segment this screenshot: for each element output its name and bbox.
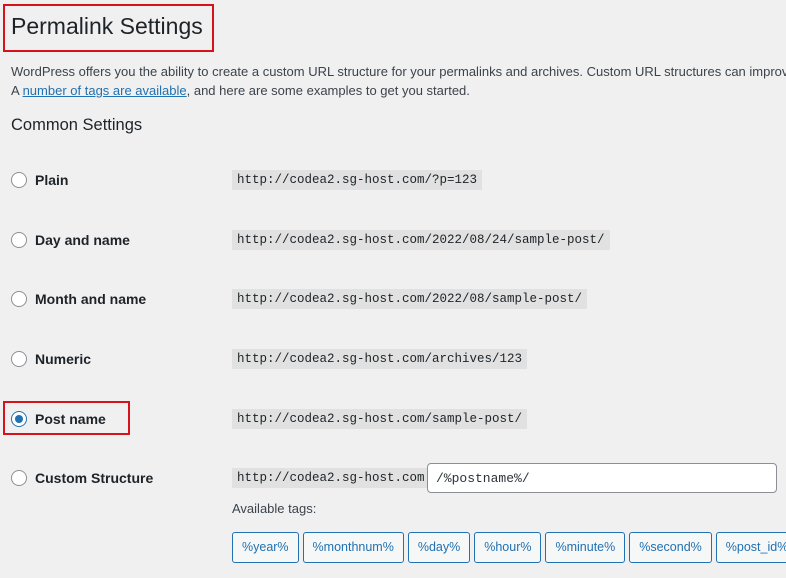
radio-custom-structure[interactable]	[11, 470, 27, 486]
option-row-month-and-name[interactable]: Month and name http://codea2.sg-host.com…	[11, 285, 771, 315]
example-url-plain: http://codea2.sg-host.com/?p=123	[232, 170, 483, 190]
radio-month-and-name[interactable]	[11, 291, 27, 307]
radio-post-name[interactable]	[11, 411, 27, 427]
option-label-post-name[interactable]: Post name	[35, 411, 106, 427]
example-url-month-and-name: http://codea2.sg-host.com/2022/08/sample…	[232, 289, 588, 309]
option-row-post-name[interactable]: Post name http://codea2.sg-host.com/samp…	[11, 405, 771, 435]
tag-button-post-id[interactable]: %post_id%	[715, 532, 786, 563]
custom-structure-input[interactable]	[427, 463, 777, 493]
option-label-plain[interactable]: Plain	[35, 172, 68, 188]
tag-button-minute[interactable]: %minute%	[545, 532, 626, 563]
radio-numeric[interactable]	[11, 351, 27, 367]
option-row-day-and-name[interactable]: Day and name http://codea2.sg-host.com/2…	[11, 226, 771, 256]
custom-structure-base-url: http://codea2.sg-host.com	[232, 468, 430, 488]
permalink-settings-page: Permalink Settings WordPress offers you …	[0, 0, 786, 578]
intro-line-2-prefix: A	[11, 83, 23, 98]
option-label-numeric[interactable]: Numeric	[35, 351, 91, 367]
option-row-plain[interactable]: Plain http://codea2.sg-host.com/?p=123	[11, 166, 771, 196]
example-url-day-and-name: http://codea2.sg-host.com/2022/08/24/sam…	[232, 230, 610, 250]
example-url-numeric: http://codea2.sg-host.com/archives/123	[232, 349, 528, 369]
radio-plain[interactable]	[11, 172, 27, 188]
intro-text: WordPress offers you the ability to crea…	[11, 62, 786, 100]
tag-button-hour[interactable]: %hour%	[474, 532, 542, 563]
example-url-post-name: http://codea2.sg-host.com/sample-post/	[232, 409, 528, 429]
tag-button-monthnum[interactable]: %monthnum%	[302, 532, 404, 563]
available-tags-list: %year% %monthnum% %day% %hour% %minute% %seco…	[232, 532, 786, 563]
option-label-day-and-name[interactable]: Day and name	[35, 232, 130, 248]
tag-button-day[interactable]: %day%	[407, 532, 471, 563]
option-label-custom-structure[interactable]: Custom Structure	[35, 470, 153, 486]
intro-line-1: WordPress offers you the ability to crea…	[11, 64, 786, 79]
available-tags-label: Available tags:	[232, 501, 317, 516]
available-tags-link[interactable]: number of tags are available	[23, 83, 187, 98]
page-title: Permalink Settings	[11, 13, 203, 39]
option-row-numeric[interactable]: Numeric http://codea2.sg-host.com/archiv…	[11, 345, 771, 375]
intro-line-2-suffix: , and here are some examples to get you …	[186, 83, 470, 98]
intro-line-2: A number of tags are available, and here…	[11, 81, 786, 100]
tag-button-second[interactable]: %second%	[629, 532, 712, 563]
radio-day-and-name[interactable]	[11, 232, 27, 248]
option-label-month-and-name[interactable]: Month and name	[35, 291, 146, 307]
section-title-common-settings: Common Settings	[11, 116, 143, 134]
tag-button-year[interactable]: %year%	[232, 532, 299, 563]
